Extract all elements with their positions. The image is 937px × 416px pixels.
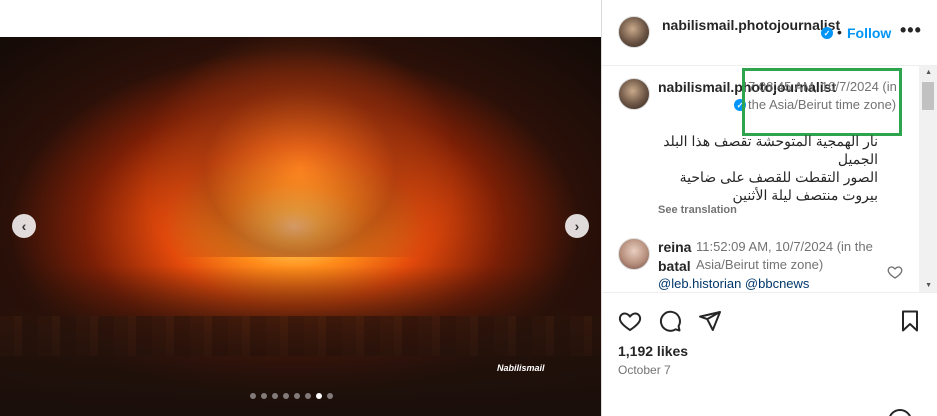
likes-count[interactable]: 1,192 likes: [618, 343, 688, 359]
verified-badge-icon: ✓: [821, 27, 833, 39]
chevron-left-icon[interactable]: ‹: [12, 214, 36, 238]
chevron-right-icon[interactable]: ›: [565, 214, 589, 238]
post-sidebar: nabilismail.photojournalist ✓ • Follow •…: [601, 0, 937, 416]
scroll-down-icon[interactable]: ▼: [925, 282, 932, 289]
see-translation-link[interactable]: See translation: [658, 204, 737, 216]
header-username[interactable]: nabilismail.photojournalist: [662, 16, 840, 34]
carousel-dot[interactable]: [294, 393, 300, 399]
share-icon[interactable]: [698, 309, 722, 333]
follow-button[interactable]: Follow: [847, 25, 891, 41]
carousel-dot[interactable]: [250, 393, 256, 399]
caption-text: نار الهمجية المتوحشة تقصف هذا البلد الجم…: [663, 133, 878, 203]
photo-watermark: Nabilismail: [497, 363, 545, 373]
bookmark-icon[interactable]: [898, 309, 922, 333]
avatar[interactable]: [618, 238, 650, 270]
smoke-plume: [150, 37, 450, 257]
comment-timestamp: 11:52:09 AM, 10/7/2024 (in the Asia/Beir…: [696, 239, 873, 272]
scrollbar-thumb[interactable]: [922, 82, 934, 110]
avatar[interactable]: [618, 16, 650, 48]
comment-icon[interactable]: [658, 309, 682, 333]
carousel-dot[interactable]: [305, 393, 311, 399]
comment-username[interactable]: nabilismail.photojournalist: [658, 78, 836, 97]
comment-text[interactable]: @leb.historian @bbcnews: [658, 276, 809, 291]
scroll-up-icon[interactable]: ▲: [925, 69, 932, 76]
post-date: October 7: [618, 363, 671, 377]
avatar[interactable]: [618, 78, 650, 110]
carousel-dots: [250, 393, 333, 399]
comments-list: nabilismail.photojournalist ✓ 7:08:45 AM…: [602, 66, 937, 292]
heart-icon[interactable]: [618, 309, 642, 333]
post-header: nabilismail.photojournalist ✓ • Follow •…: [602, 0, 937, 66]
post-media[interactable]: ‹ › Nabilismail: [0, 37, 601, 416]
carousel-dot[interactable]: [283, 393, 289, 399]
carousel-dot[interactable]: [261, 393, 267, 399]
comment-username[interactable]: reina batal: [658, 238, 696, 276]
heart-icon[interactable]: [887, 264, 903, 280]
timestamp-highlight-box: [742, 68, 902, 136]
carousel-dot-active[interactable]: [316, 393, 322, 399]
carousel-dot[interactable]: [327, 393, 333, 399]
carousel-dot[interactable]: [272, 393, 278, 399]
more-options-icon[interactable]: •••: [900, 20, 922, 41]
post-actions: 1,192 likes October 7: [602, 292, 937, 416]
separator-dot: •: [837, 24, 842, 40]
emoji-icon[interactable]: [888, 409, 912, 416]
